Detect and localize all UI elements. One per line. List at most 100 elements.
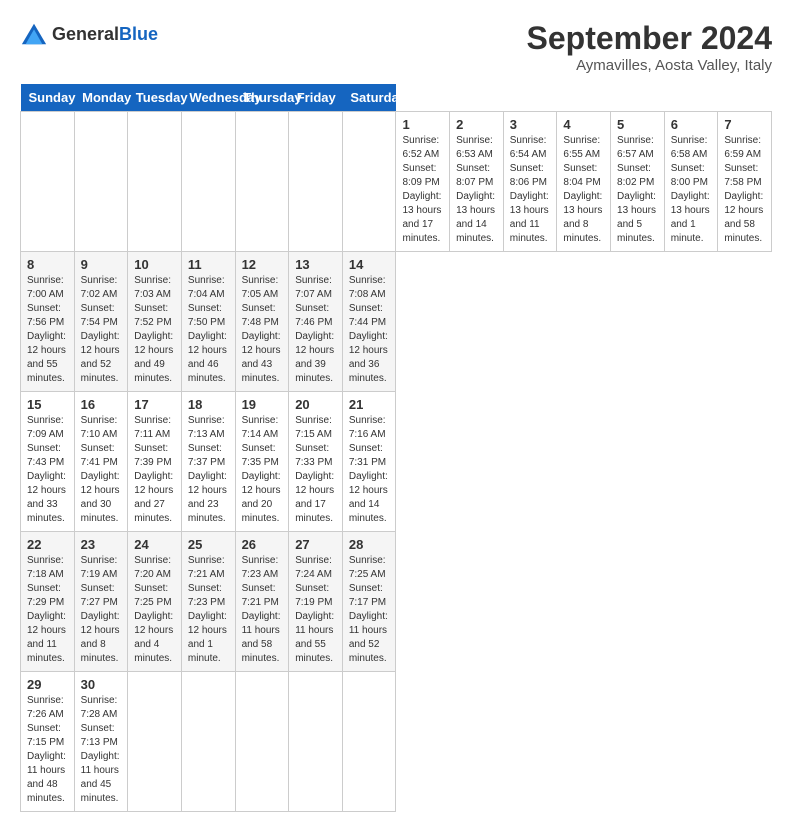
day-number: 5 [617,117,658,132]
day-cell-10: 10 Sunrise: 7:03 AM Sunset: 7:52 PM Dayl… [128,252,182,392]
day-number: 21 [349,397,390,412]
logo-icon [20,20,48,48]
day-info: Sunrise: 7:24 AM Sunset: 7:19 PM Dayligh… [295,554,336,666]
day-info: Sunrise: 7:08 AM Sunset: 7:44 PM Dayligh… [349,274,390,386]
day-info: Sunrise: 6:52 AM Sunset: 8:09 PM Dayligh… [402,134,443,246]
day-number: 27 [295,537,336,552]
day-cell-29: 29 Sunrise: 7:26 AM Sunset: 7:15 PM Dayl… [21,672,75,812]
day-cell-30: 30 Sunrise: 7:28 AM Sunset: 7:13 PM Dayl… [74,672,128,812]
day-cell-15: 15 Sunrise: 7:09 AM Sunset: 7:43 PM Dayl… [21,392,75,532]
empty-cell [342,112,396,252]
day-number: 25 [188,537,229,552]
day-cell-18: 18 Sunrise: 7:13 AM Sunset: 7:37 PM Dayl… [181,392,235,532]
day-cell-7: 7 Sunrise: 6:59 AM Sunset: 7:58 PM Dayli… [718,112,772,252]
day-number: 19 [242,397,283,412]
day-number: 24 [134,537,175,552]
day-cell-16: 16 Sunrise: 7:10 AM Sunset: 7:41 PM Dayl… [74,392,128,532]
day-info: Sunrise: 7:14 AM Sunset: 7:35 PM Dayligh… [242,414,283,526]
day-info: Sunrise: 7:04 AM Sunset: 7:50 PM Dayligh… [188,274,229,386]
day-cell-19: 19 Sunrise: 7:14 AM Sunset: 7:35 PM Dayl… [235,392,289,532]
day-cell-22: 22 Sunrise: 7:18 AM Sunset: 7:29 PM Dayl… [21,532,75,672]
day-cell-25: 25 Sunrise: 7:21 AM Sunset: 7:23 PM Dayl… [181,532,235,672]
day-number: 9 [81,257,122,272]
empty-cell [128,112,182,252]
day-cell-28: 28 Sunrise: 7:25 AM Sunset: 7:17 PM Dayl… [342,532,396,672]
empty-cell [181,112,235,252]
day-cell-14: 14 Sunrise: 7:08 AM Sunset: 7:44 PM Dayl… [342,252,396,392]
day-cell-6: 6 Sunrise: 6:58 AM Sunset: 8:00 PM Dayli… [664,112,718,252]
day-info: Sunrise: 7:25 AM Sunset: 7:17 PM Dayligh… [349,554,390,666]
day-cell-8: 8 Sunrise: 7:00 AM Sunset: 7:56 PM Dayli… [21,252,75,392]
day-cell-13: 13 Sunrise: 7:07 AM Sunset: 7:46 PM Dayl… [289,252,343,392]
day-cell-21: 21 Sunrise: 7:16 AM Sunset: 7:31 PM Dayl… [342,392,396,532]
day-cell-9: 9 Sunrise: 7:02 AM Sunset: 7:54 PM Dayli… [74,252,128,392]
day-number: 8 [27,257,68,272]
day-cell-17: 17 Sunrise: 7:11 AM Sunset: 7:39 PM Dayl… [128,392,182,532]
day-number: 23 [81,537,122,552]
weekday-header-thursday: Thursday [235,84,289,112]
day-cell-24: 24 Sunrise: 7:20 AM Sunset: 7:25 PM Dayl… [128,532,182,672]
calendar-title: September 2024 [527,20,772,57]
weekday-header-monday: Monday [74,84,128,112]
header: GeneralBlue September 2024 Aymavilles, A… [20,20,772,74]
day-info: Sunrise: 7:20 AM Sunset: 7:25 PM Dayligh… [134,554,175,666]
day-info: Sunrise: 7:02 AM Sunset: 7:54 PM Dayligh… [81,274,122,386]
day-cell-1: 1 Sunrise: 6:52 AM Sunset: 8:09 PM Dayli… [396,112,450,252]
empty-cell [342,672,396,812]
day-cell-12: 12 Sunrise: 7:05 AM Sunset: 7:48 PM Dayl… [235,252,289,392]
day-info: Sunrise: 7:10 AM Sunset: 7:41 PM Dayligh… [81,414,122,526]
empty-cell [74,112,128,252]
day-info: Sunrise: 7:07 AM Sunset: 7:46 PM Dayligh… [295,274,336,386]
day-cell-11: 11 Sunrise: 7:04 AM Sunset: 7:50 PM Dayl… [181,252,235,392]
week-row-4: 22 Sunrise: 7:18 AM Sunset: 7:29 PM Dayl… [21,532,772,672]
weekday-header-friday: Friday [289,84,343,112]
day-number: 28 [349,537,390,552]
empty-cell [289,672,343,812]
day-number: 12 [242,257,283,272]
week-row-2: 8 Sunrise: 7:00 AM Sunset: 7:56 PM Dayli… [21,252,772,392]
weekday-header-sunday: Sunday [21,84,75,112]
day-info: Sunrise: 6:59 AM Sunset: 7:58 PM Dayligh… [724,134,765,246]
empty-cell [235,672,289,812]
day-info: Sunrise: 6:55 AM Sunset: 8:04 PM Dayligh… [563,134,604,246]
day-cell-3: 3 Sunrise: 6:54 AM Sunset: 8:06 PM Dayli… [503,112,557,252]
calendar-table: SundayMondayTuesdayWednesdayThursdayFrid… [20,84,772,812]
calendar-subtitle: Aymavilles, Aosta Valley, Italy [527,57,772,74]
day-number: 17 [134,397,175,412]
week-row-1: 1 Sunrise: 6:52 AM Sunset: 8:09 PM Dayli… [21,112,772,252]
logo-blue: Blue [119,24,158,44]
empty-cell [128,672,182,812]
day-number: 3 [510,117,551,132]
day-info: Sunrise: 7:05 AM Sunset: 7:48 PM Dayligh… [242,274,283,386]
day-number: 1 [402,117,443,132]
weekday-header-row: SundayMondayTuesdayWednesdayThursdayFrid… [21,84,772,112]
day-info: Sunrise: 6:53 AM Sunset: 8:07 PM Dayligh… [456,134,497,246]
day-info: Sunrise: 7:09 AM Sunset: 7:43 PM Dayligh… [27,414,68,526]
day-number: 6 [671,117,712,132]
day-number: 30 [81,677,122,692]
day-info: Sunrise: 6:54 AM Sunset: 8:06 PM Dayligh… [510,134,551,246]
day-number: 29 [27,677,68,692]
empty-cell [21,112,75,252]
day-info: Sunrise: 7:26 AM Sunset: 7:15 PM Dayligh… [27,694,68,806]
empty-cell [289,112,343,252]
day-number: 2 [456,117,497,132]
day-info: Sunrise: 7:15 AM Sunset: 7:33 PM Dayligh… [295,414,336,526]
logo-general: General [52,24,119,44]
week-row-3: 15 Sunrise: 7:09 AM Sunset: 7:43 PM Dayl… [21,392,772,532]
day-info: Sunrise: 7:21 AM Sunset: 7:23 PM Dayligh… [188,554,229,666]
day-number: 15 [27,397,68,412]
day-cell-23: 23 Sunrise: 7:19 AM Sunset: 7:27 PM Dayl… [74,532,128,672]
day-info: Sunrise: 7:03 AM Sunset: 7:52 PM Dayligh… [134,274,175,386]
day-cell-4: 4 Sunrise: 6:55 AM Sunset: 8:04 PM Dayli… [557,112,611,252]
day-cell-27: 27 Sunrise: 7:24 AM Sunset: 7:19 PM Dayl… [289,532,343,672]
day-info: Sunrise: 7:13 AM Sunset: 7:37 PM Dayligh… [188,414,229,526]
day-number: 20 [295,397,336,412]
day-number: 7 [724,117,765,132]
day-number: 26 [242,537,283,552]
day-number: 22 [27,537,68,552]
day-number: 4 [563,117,604,132]
day-number: 14 [349,257,390,272]
logo: GeneralBlue [20,20,158,48]
day-info: Sunrise: 7:18 AM Sunset: 7:29 PM Dayligh… [27,554,68,666]
